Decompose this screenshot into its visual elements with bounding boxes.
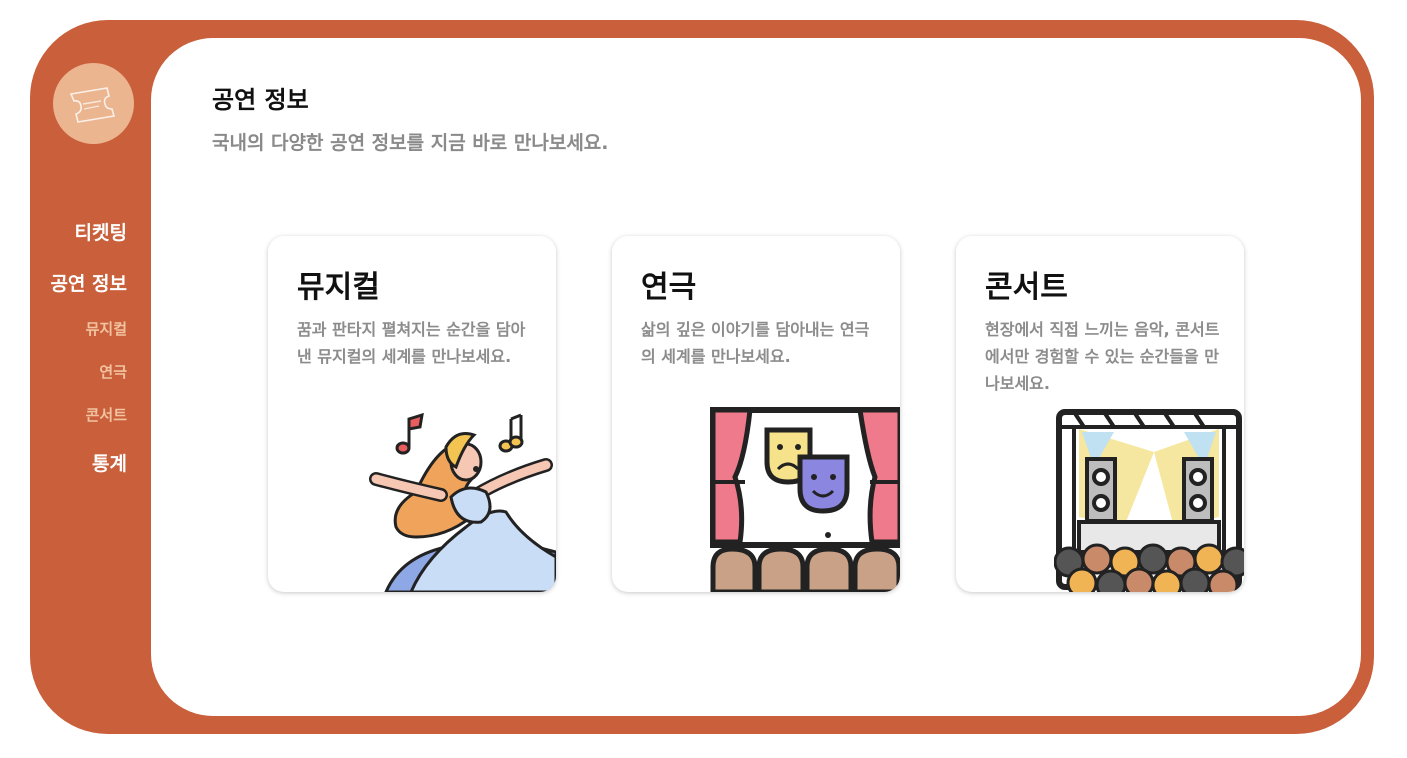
card-concert[interactable]: 콘서트 현장에서 직접 느끼는 음악, 콘서트에서만 경험할 수 있는 순간들을… (956, 236, 1244, 592)
sidebar-nav: 티켓팅 공연 정보 뮤지컬 연극 콘서트 통계 (30, 218, 127, 500)
theater-stage-icon (710, 407, 900, 592)
main-panel: 공연 정보 국내의 다양한 공연 정보를 지금 바로 만나보세요. 뮤지컬 꿈과… (151, 38, 1361, 716)
card-title: 콘서트 (985, 270, 1068, 305)
subnav-musical[interactable]: 뮤지컬 (30, 318, 127, 339)
nav-performance-info[interactable]: 공연 정보 (30, 269, 127, 296)
concert-stage-icon (1054, 409, 1244, 592)
nav-statistics[interactable]: 통계 (30, 449, 127, 476)
subnav-concert[interactable]: 콘서트 (30, 404, 127, 425)
page-subtitle: 국내의 다양한 공연 정보를 지금 바로 만나보세요. (212, 132, 609, 154)
logo[interactable] (53, 63, 134, 144)
subnav-play[interactable]: 연극 (30, 361, 127, 382)
card-title: 연극 (641, 270, 697, 305)
card-play[interactable]: 연극 삶의 깊은 이야기를 담아내는 연극의 세계를 만나보세요. (612, 236, 900, 592)
card-description: 삶의 깊은 이야기를 담아내는 연극의 세계를 만나보세요. (641, 320, 870, 366)
ticket-icon (69, 86, 115, 123)
page-title: 공연 정보 (212, 86, 309, 114)
card-musical[interactable]: 뮤지컬 꿈과 판타지 펼쳐지는 순간을 담아낸 뮤지컬의 세계를 만나보세요. (268, 236, 556, 592)
singer-icon (369, 412, 556, 592)
card-description: 꿈과 판타지 펼쳐지는 순간을 담아낸 뮤지컬의 세계를 만나보세요. (297, 320, 526, 366)
card-title: 뮤지컬 (297, 270, 380, 305)
card-description: 현장에서 직접 느끼는 음악, 콘서트에서만 경험할 수 있는 순간들을 만나보… (985, 320, 1220, 393)
nav-ticketing[interactable]: 티켓팅 (30, 218, 127, 245)
